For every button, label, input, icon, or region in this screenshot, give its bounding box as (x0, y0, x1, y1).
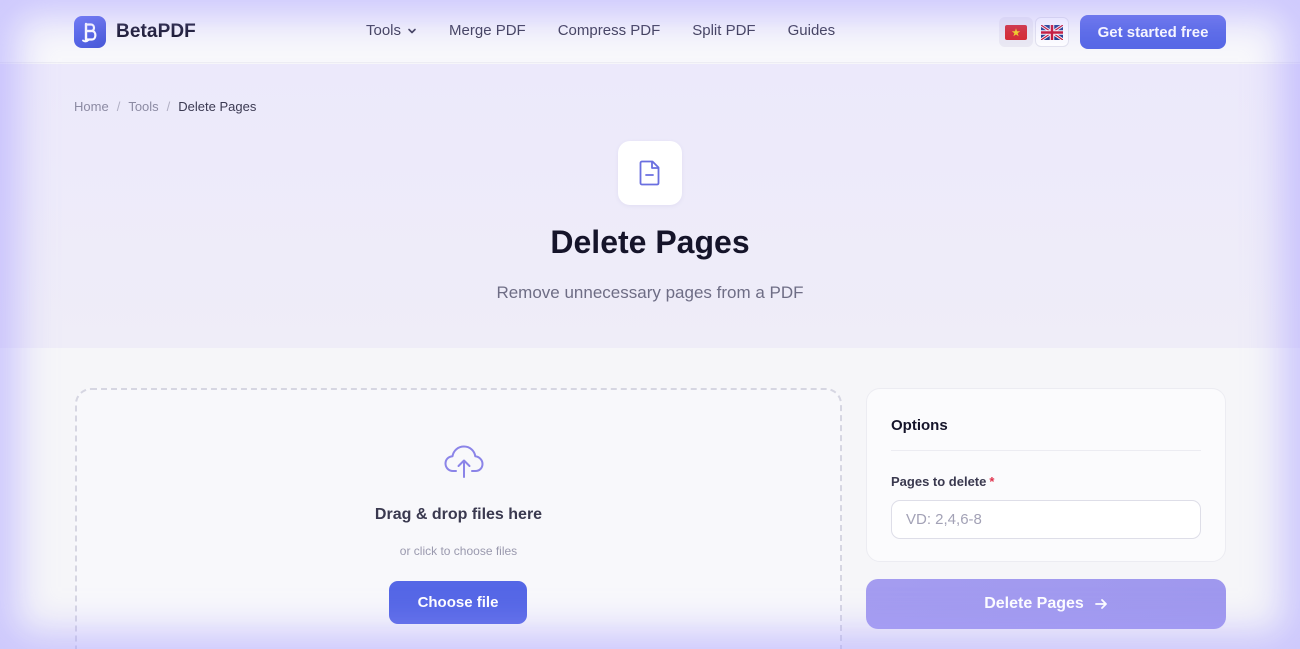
language-english-button[interactable] (1035, 17, 1069, 47)
hero-icon-tile (618, 141, 682, 205)
dropzone-subtitle: or click to choose files (399, 544, 518, 558)
arrow-right-icon (1094, 599, 1107, 609)
nav-item-label: Merge PDF (449, 22, 526, 39)
breadcrumb-separator: / (116, 99, 121, 114)
options-panel: Options Pages to delete * (866, 388, 1226, 562)
language-switcher (999, 17, 1069, 47)
file-dropzone[interactable]: Drag & drop files here or click to choos… (75, 388, 842, 649)
file-minus-icon (639, 160, 660, 186)
brand-name: BetaPDF (116, 21, 196, 42)
submit-label: Delete Pages (984, 595, 1084, 612)
betapdf-logo-icon (74, 16, 106, 48)
top-navbar: BetaPDF Tools Merge PDF Compress PDF Spl… (0, 0, 1300, 63)
choose-file-button[interactable]: Choose file (389, 581, 527, 624)
pages-to-delete-label-text: Pages to delete (891, 474, 987, 489)
uk-flag-icon (1041, 24, 1063, 40)
required-marker: * (989, 474, 995, 489)
pages-to-delete-input[interactable] (891, 500, 1201, 539)
nav-item-tools[interactable]: Tools (366, 22, 417, 39)
page-subtitle: Remove unnecessary pages from a PDF (496, 283, 804, 302)
nav-item-compress-pdf[interactable]: Compress PDF (558, 22, 661, 39)
breadcrumb-home-link[interactable]: Home (74, 99, 109, 114)
breadcrumb-separator: / (166, 99, 171, 114)
options-divider (891, 450, 1201, 451)
chevron-down-icon (408, 28, 416, 33)
nav-item-label: Tools (366, 22, 402, 39)
breadcrumb-current: Delete Pages (178, 99, 257, 114)
brand-logo[interactable]: BetaPDF (74, 16, 196, 48)
breadcrumb-tools-link[interactable]: Tools (128, 99, 158, 114)
vietnamese-flag-icon (1005, 24, 1027, 40)
page-title: Delete Pages (550, 224, 750, 260)
get-started-button[interactable]: Get started free (1080, 15, 1226, 49)
page: BetaPDF Tools Merge PDF Compress PDF Spl… (0, 0, 1300, 649)
main-nav: Tools Merge PDF Compress PDF Split PDF G… (366, 22, 867, 39)
options-title: Options (891, 417, 948, 434)
nav-item-label: Split PDF (692, 22, 756, 39)
nav-item-label: Guides (787, 22, 836, 39)
nav-item-guides[interactable]: Guides (788, 22, 836, 39)
pages-to-delete-label: Pages to delete * (891, 474, 994, 489)
language-vietnamese-button[interactable] (999, 17, 1033, 47)
nav-item-split-pdf[interactable]: Split PDF (692, 22, 755, 39)
dropzone-title: Drag & drop files here (374, 506, 543, 523)
delete-pages-submit-button[interactable]: Delete Pages (866, 579, 1226, 629)
breadcrumb: Home / Tools / Delete Pages (74, 99, 256, 114)
nav-item-merge-pdf[interactable]: Merge PDF (449, 22, 526, 39)
hero-section: Home / Tools / Delete Pages Delete Pages… (0, 64, 1300, 348)
upload-cloud-icon (444, 445, 484, 478)
nav-item-label: Compress PDF (557, 22, 661, 39)
